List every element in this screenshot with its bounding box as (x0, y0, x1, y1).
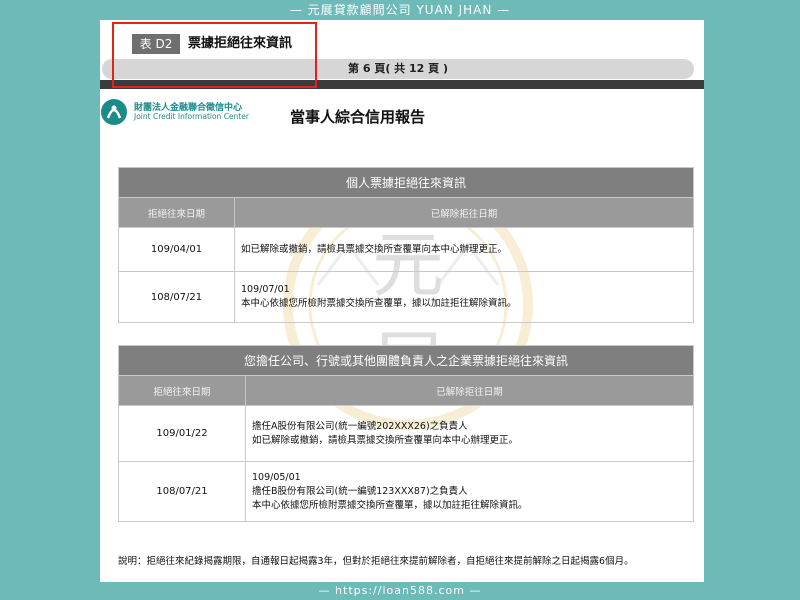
jcic-logo: 財團法人金融聯合徵信中心 Joint Credit Information Ce… (100, 98, 250, 128)
highlight-annotation-box (112, 22, 317, 88)
credit-report-page: 元 展 表 D2 票據拒絕往來資訊 第 6 頁( 共 12 頁 ) 財團法人金融… (100, 20, 704, 582)
column-header: 已解除拒往日期 (234, 197, 694, 228)
reject-date: 109/04/01 (118, 227, 235, 272)
release-info: 如已解除或撤銷，請檢具票據交換所查覆單向本中心辦理更正。 (234, 227, 694, 272)
company-bounced-check-table: 您擔任公司、行號或其他團體負責人之企業票據拒絕往來資訊 拒絕往來日期 已解除拒往… (118, 345, 694, 522)
release-date: 109/07/01 (241, 284, 290, 295)
release-info: 擔任A股份有限公司(統一編號202XXX26)之負責人 如已解除或撤銷，請檢具票… (245, 405, 694, 462)
release-info: 109/05/01 擔任B股份有限公司(統一編號123XXX87)之負責人 本中… (245, 461, 694, 522)
section-title: 個人票據拒絕往來資訊 (118, 167, 694, 198)
jcic-emblem-icon (101, 99, 127, 125)
personal-bounced-check-table: 個人票據拒絕往來資訊 拒絕往來日期 已解除拒往日期 109/04/01 如已解除… (118, 167, 694, 323)
column-header: 拒絕往來日期 (118, 375, 246, 406)
reject-date: 109/01/22 (118, 405, 246, 462)
reject-date: 108/07/21 (118, 461, 246, 522)
column-header: 已解除拒往日期 (245, 375, 694, 406)
site-banner-bottom: — https://loan588.com — (318, 584, 482, 597)
column-header: 拒絕往來日期 (118, 197, 235, 228)
disclosure-note: 說明：拒絕往來紀錄揭露期限，自通報日起揭露3年，但對於拒絕往來提前解除者，自拒絕… (118, 556, 634, 567)
table-row: 108/07/21 109/05/01 擔任B股份有限公司(統一編號123XXX… (118, 461, 694, 522)
release-line: 本中心依據您所檢附票據交換所查覆單，據以加註拒往解除資訊。 (241, 298, 517, 309)
report-title: 當事人綜合信用報告 (290, 108, 426, 126)
release-line: 如已解除或撤銷，請檢具票據交換所查覆單向本中心辦理更正。 (252, 434, 519, 446)
site-banner-top: — 元展貸款顧問公司 YUAN JHAN — (289, 3, 511, 17)
table-row: 109/01/22 擔任A股份有限公司(統一編號202XXX26)之負責人 如已… (118, 405, 694, 462)
reject-date: 108/07/21 (118, 271, 235, 323)
release-info: 109/07/01 本中心依據您所檢附票據交換所查覆單，據以加註拒往解除資訊。 (234, 271, 694, 323)
table-row: 108/07/21 109/07/01 本中心依據您所檢附票據交換所查覆單，據以… (118, 271, 694, 323)
release-line: 如已解除或撤銷，請檢具票據交換所查覆單向本中心辦理更正。 (241, 243, 508, 255)
responsible-party-line: 擔任B股份有限公司(統一編號123XXX87)之負責人 (252, 485, 468, 497)
table-row: 109/04/01 如已解除或撤銷，請檢具票據交換所查覆單向本中心辦理更正。 (118, 227, 694, 272)
responsible-party-line: 擔任A股份有限公司(統一編號202XXX26)之負責人 (252, 420, 468, 432)
release-date: 109/05/01 (252, 471, 301, 483)
release-line: 本中心依據您所檢附票據交換所查覆單，據以加註拒往解除資訊。 (252, 499, 528, 511)
section-title: 您擔任公司、行號或其他團體負責人之企業票據拒絕往來資訊 (118, 345, 694, 376)
logo-name-en: Joint Credit Information Center (134, 112, 249, 121)
